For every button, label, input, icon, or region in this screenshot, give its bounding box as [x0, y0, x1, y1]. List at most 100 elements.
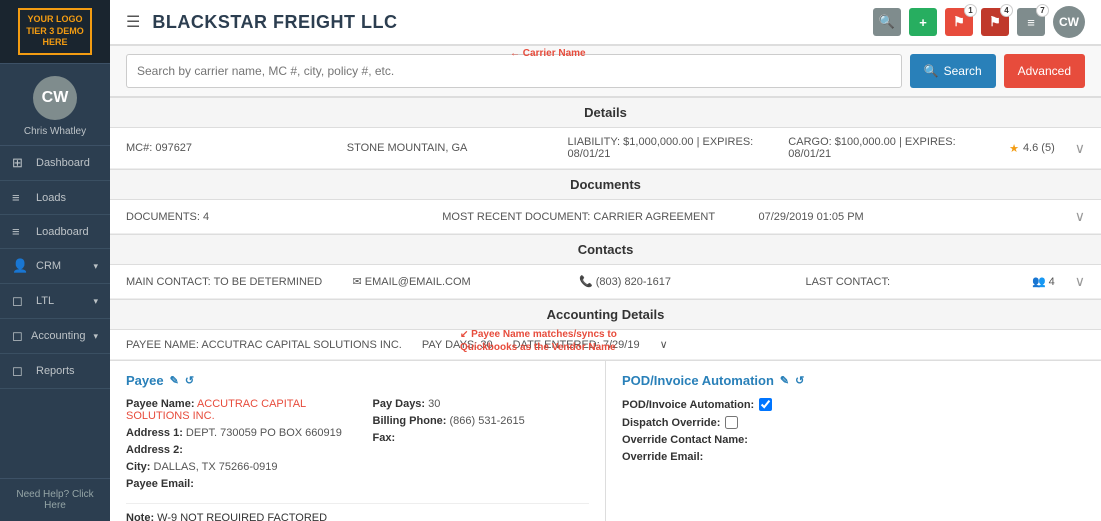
- contacts-section-header: Contacts: [110, 234, 1101, 265]
- list-button[interactable]: ≡ 7: [1017, 8, 1045, 36]
- star-icon: ★: [1009, 142, 1019, 155]
- sidebar-item-label: Dashboard: [36, 157, 90, 169]
- pod-automation-field: POD/Invoice Automation:: [622, 398, 1085, 411]
- search-button[interactable]: 🔍 Search: [910, 54, 996, 88]
- pod-edit-icon[interactable]: ✎: [780, 374, 789, 387]
- search-bar: 🔍 Search Advanced ← Carrier Name: [110, 46, 1101, 97]
- edit-icon[interactable]: ✎: [170, 374, 179, 387]
- hamburger-icon[interactable]: ☰: [126, 12, 140, 32]
- list-badge: 7: [1036, 4, 1049, 17]
- logo-line3: HERE: [42, 37, 67, 47]
- advanced-button[interactable]: Advanced: [1004, 54, 1085, 88]
- sidebar-item-loads[interactable]: ≡ Loads: [0, 181, 110, 215]
- add-button[interactable]: +: [909, 8, 937, 36]
- email-cell: ✉ EMAIL@EMAIL.COM: [352, 275, 558, 288]
- accounting-row: PAYEE NAME: ACCUTRAC CAPITAL SOLUTIONS I…: [110, 330, 1101, 360]
- sidebar-item-label: Accounting: [31, 330, 85, 342]
- page-title: BLACKSTAR FREIGHT LLC: [152, 12, 397, 33]
- sidebar-item-label: LTL: [36, 295, 54, 307]
- doc-date-cell: 07/29/2019 01:05 PM: [759, 211, 1055, 223]
- search-icon: 🔍: [924, 64, 939, 78]
- documents-section-header: Documents: [110, 169, 1101, 200]
- search-input[interactable]: [126, 54, 902, 88]
- avatar: CW: [33, 76, 77, 120]
- loadboard-icon: ≡: [12, 224, 28, 239]
- sidebar-item-dashboard[interactable]: ⊞ Dashboard: [0, 146, 110, 181]
- sidebar-help[interactable]: Need Help? Click Here: [0, 478, 110, 521]
- chevron-down-icon: ▾: [93, 331, 98, 342]
- topbar: ☰ BLACKSTAR FREIGHT LLC 🔍 + ⚑ 1 ⚑ 4 ≡ 7 …: [110, 0, 1101, 46]
- flag1-badge: 1: [964, 4, 977, 17]
- phone-cell: 📞 (803) 820-1617: [579, 275, 785, 288]
- payee-name-field: Payee Name: ACCUTRAC CAPITAL SOLUTIONS I…: [126, 398, 343, 422]
- payee-panel: Payee ✎ ↺ Payee Name: ACCUTRAC CAPITAL S…: [110, 361, 606, 521]
- flag2-button[interactable]: ⚑ 4: [981, 8, 1009, 36]
- sidebar-avatar: CW Chris Whatley: [0, 64, 110, 146]
- payee-name-cell: PAYEE NAME: ACCUTRAC CAPITAL SOLUTIONS I…: [126, 339, 402, 351]
- details-collapse-btn[interactable]: ∨: [1075, 140, 1085, 157]
- last-contact-cell: LAST CONTACT:: [805, 276, 1011, 288]
- city-field: City: DALLAS, TX 75266-0919: [126, 461, 343, 473]
- flag2-badge: 4: [1000, 4, 1013, 17]
- details-row: MC#: 097627 STONE MOUNTAIN, GA LIABILITY…: [110, 128, 1101, 169]
- dispatch-override-field: Dispatch Override:: [622, 416, 1085, 429]
- user-avatar-btn[interactable]: CW: [1053, 6, 1085, 38]
- chevron-down-icon: ▾: [93, 261, 98, 272]
- mc-cell: MC#: 097627: [126, 142, 327, 154]
- sidebar-item-loadboard[interactable]: ≡ Loadboard: [0, 215, 110, 249]
- accounting-section-header: Accounting Details: [110, 299, 1101, 330]
- crm-icon: 👤: [12, 258, 28, 274]
- sidebar-item-crm[interactable]: 👤 CRM ▾: [0, 249, 110, 284]
- sidebar-logo: YOUR LOGO TIER 3 DEMO HERE: [0, 0, 110, 64]
- dispatch-override-checkbox[interactable]: [725, 416, 738, 429]
- pay-days-field: Pay Days: 30: [373, 398, 590, 410]
- details-section-header: Details: [110, 97, 1101, 128]
- pod-panel-title: POD/Invoice Automation ✎ ↺: [622, 373, 1085, 388]
- liability-cell: LIABILITY: $1,000,000.00 | EXPIRES: 08/0…: [568, 136, 769, 160]
- dashboard-icon: ⊞: [12, 155, 28, 171]
- sidebar-item-accounting[interactable]: ◻ Accounting ▾: [0, 319, 110, 354]
- loads-icon: ≡: [12, 190, 28, 205]
- address1-field: Address 1: DEPT. 730059 PO BOX 660919: [126, 427, 343, 439]
- bottom-panels: Payee ✎ ↺ Payee Name: ACCUTRAC CAPITAL S…: [110, 360, 1101, 521]
- doc-recent-cell: MOST RECENT DOCUMENT: CARRIER AGREEMENT: [442, 211, 738, 223]
- search-icon-btn[interactable]: 🔍: [873, 8, 901, 36]
- main-contact-cell: MAIN CONTACT: TO BE DETERMINED: [126, 276, 332, 288]
- avatar-name: Chris Whatley: [24, 126, 86, 137]
- pod-history-icon[interactable]: ↺: [795, 374, 804, 387]
- documents-collapse-btn[interactable]: ∨: [1075, 208, 1085, 225]
- reports-icon: ◻: [12, 363, 28, 379]
- sidebar: YOUR LOGO TIER 3 DEMO HERE CW Chris What…: [0, 0, 110, 521]
- carrier-name-annotation: ← Carrier Name: [510, 48, 586, 59]
- sidebar-item-ltl[interactable]: ◻ LTL ▾: [0, 284, 110, 319]
- doc-count-cell: DOCUMENTS: 4: [126, 211, 422, 223]
- sidebar-item-label: Loadboard: [36, 226, 89, 238]
- flag1-button[interactable]: ⚑ 1: [945, 8, 973, 36]
- location-cell: STONE MOUNTAIN, GA: [347, 142, 548, 154]
- history-icon[interactable]: ↺: [185, 374, 194, 387]
- pod-automation-checkbox[interactable]: [759, 398, 772, 411]
- rating-cell: ★ 4.6 (5): [1009, 142, 1055, 155]
- logo-line1: YOUR LOGO: [27, 14, 82, 24]
- contacts-row: MAIN CONTACT: TO BE DETERMINED ✉ EMAIL@E…: [110, 265, 1101, 299]
- sidebar-item-reports[interactable]: ◻ Reports: [0, 354, 110, 389]
- pod-panel: POD/Invoice Automation ✎ ↺ POD/Invoice A…: [606, 361, 1101, 521]
- contacts-collapse-btn[interactable]: ∨: [1075, 273, 1085, 290]
- sidebar-nav: ⊞ Dashboard ≡ Loads ≡ Loadboard 👤 CRM ▾ …: [0, 146, 110, 478]
- cargo-cell: CARGO: $100,000.00 | EXPIRES: 08/01/21: [788, 136, 989, 160]
- fax-field: Fax:: [373, 432, 590, 444]
- panel-divider: [126, 503, 589, 504]
- main-area: ☰ BLACKSTAR FREIGHT LLC 🔍 + ⚑ 1 ⚑ 4 ≡ 7 …: [110, 0, 1101, 521]
- note-field: Note: W-9 NOT REQUIRED FACTORED: [126, 512, 589, 521]
- override-contact-field: Override Contact Name:: [622, 434, 1085, 446]
- contacts-count-cell: 👥 4: [1032, 275, 1055, 288]
- override-email-field: Override Email:: [622, 451, 1085, 463]
- payee-annotation: ↙ Payee Name matches/syncs to Quickbooks…: [460, 328, 640, 354]
- accounting-icon: ◻: [12, 328, 23, 344]
- accounting-collapse-btn[interactable]: ∨: [660, 338, 668, 351]
- content-area: Details MC#: 097627 STONE MOUNTAIN, GA L…: [110, 97, 1101, 521]
- logo-line2: TIER 3 DEMO: [26, 26, 84, 36]
- sidebar-item-label: Reports: [36, 365, 75, 377]
- payee-panel-title: Payee ✎ ↺: [126, 373, 589, 388]
- ltl-icon: ◻: [12, 293, 28, 309]
